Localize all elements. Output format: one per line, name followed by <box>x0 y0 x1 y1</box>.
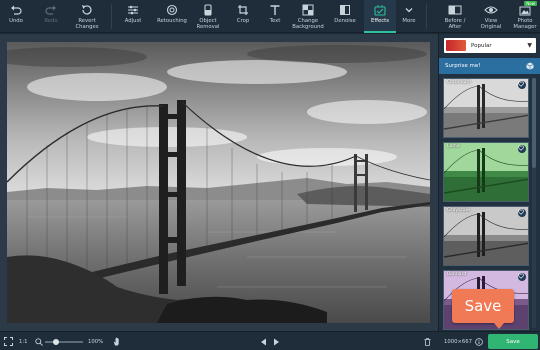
revert-label: Revert Changes <box>75 18 99 30</box>
zoom-level: 100% <box>88 338 104 345</box>
main-toolbar: Undo Redo Revert Changes Adjust Retouchi… <box>0 0 540 33</box>
actual-size-button[interactable]: 1:1 <box>19 332 28 350</box>
effects-panel: Popular ▼ Surprise me! Chromium Lomo Gra… <box>438 34 540 331</box>
hand-icon[interactable] <box>113 332 121 350</box>
canvas-area <box>0 34 438 331</box>
change-background-tool[interactable]: Change Background <box>290 0 326 33</box>
revert-changes-button[interactable]: Revert Changes <box>70 0 104 33</box>
retouch-icon <box>166 3 178 16</box>
before-after-label: Before / After <box>444 18 466 30</box>
effect-label: Bonnard <box>447 272 467 277</box>
text-label: Text <box>269 18 281 24</box>
effect-thumb-chromium[interactable]: Chromium <box>443 78 529 138</box>
effects-icon <box>374 3 386 16</box>
status-bar: 1:1 100% 1000×667 Save <box>0 331 540 350</box>
text-tool[interactable]: Text <box>262 0 288 33</box>
denoise-label: Denoise <box>334 18 356 24</box>
toolbar-divider <box>426 4 427 29</box>
zoom-out-icon[interactable] <box>35 332 43 350</box>
effects-tool[interactable]: Effects <box>364 0 396 33</box>
denoise-tool[interactable]: Denoise <box>331 0 359 33</box>
previous-image-icon[interactable] <box>260 332 267 350</box>
effect-thumb-grayscale[interactable]: Grayscale <box>443 206 529 266</box>
redo-label: Redo <box>44 18 58 24</box>
object-removal-label: Object Removal <box>196 18 220 30</box>
panel-scrollbar[interactable] <box>532 78 536 328</box>
dice-icon <box>526 62 534 70</box>
zoom-slider-knob[interactable] <box>53 339 60 345</box>
undo-icon <box>10 3 22 16</box>
background-icon <box>302 3 314 16</box>
sliders-icon <box>127 3 139 16</box>
redo-icon <box>45 3 57 16</box>
redo-button[interactable]: Redo <box>38 0 64 33</box>
effect-label: Grayscale <box>447 208 470 213</box>
effect-thumb-lomo[interactable]: Lomo <box>443 142 529 202</box>
change-background-label: Change Background <box>292 18 324 30</box>
denoise-icon <box>339 3 351 16</box>
category-thumbnail <box>446 40 466 51</box>
heart-icon[interactable] <box>518 81 526 89</box>
next-image-icon[interactable] <box>273 332 280 350</box>
retouching-tool[interactable]: Retouching <box>153 0 191 33</box>
photo-preview[interactable] <box>7 42 430 323</box>
chevron-down-icon: ▼ <box>527 42 532 49</box>
adjust-tool[interactable]: Adjust <box>118 0 148 33</box>
save-button[interactable]: Save <box>488 334 538 349</box>
view-original-label: View Original <box>480 18 502 30</box>
info-icon[interactable] <box>475 332 483 350</box>
heart-icon[interactable] <box>518 145 526 153</box>
crop-tool[interactable]: Crop <box>230 0 256 33</box>
crop-icon <box>237 3 249 16</box>
effect-label: Chromium <box>447 80 471 85</box>
view-original-button[interactable]: View Original <box>476 0 506 33</box>
eye-icon <box>484 3 498 16</box>
undo-label: Undo <box>9 18 23 24</box>
more-tools-button[interactable]: More <box>398 0 420 33</box>
trash-icon[interactable] <box>424 332 431 350</box>
effects-category-dropdown[interactable]: Popular ▼ <box>444 38 536 53</box>
undo-button[interactable]: Undo <box>3 0 29 33</box>
before-after-button[interactable]: Before / After <box>438 0 472 33</box>
heart-icon[interactable] <box>518 209 526 217</box>
chevron-down-icon <box>403 3 415 16</box>
photo-manager-button[interactable]: New Photo Manager <box>510 0 540 33</box>
object-removal-tool[interactable]: Object Removal <box>193 0 223 33</box>
adjust-label: Adjust <box>124 18 142 24</box>
eraser-icon <box>202 3 214 16</box>
save-tooltip: Save <box>452 289 514 329</box>
toolbar-divider <box>111 4 112 29</box>
surprise-label: Surprise me! <box>445 63 481 69</box>
fullscreen-icon[interactable] <box>4 332 13 350</box>
effects-label: Effects <box>370 18 389 24</box>
new-badge: New <box>524 1 537 6</box>
revert-icon <box>81 3 93 16</box>
photo-manager-label: Photo Manager <box>513 18 537 30</box>
scrollbar-thumb[interactable] <box>532 78 536 168</box>
more-label: More <box>402 18 416 24</box>
effect-label: Lomo <box>447 144 460 149</box>
surprise-me-button[interactable]: Surprise me! <box>439 58 540 74</box>
retouching-label: Retouching <box>157 18 187 24</box>
heart-icon[interactable] <box>518 273 526 281</box>
compare-icon <box>448 3 462 16</box>
image-dimensions: 1000×667 <box>444 338 473 345</box>
text-icon <box>269 3 281 16</box>
crop-label: Crop <box>236 18 250 24</box>
category-label: Popular <box>471 42 492 49</box>
zoom-slider[interactable] <box>45 339 83 345</box>
